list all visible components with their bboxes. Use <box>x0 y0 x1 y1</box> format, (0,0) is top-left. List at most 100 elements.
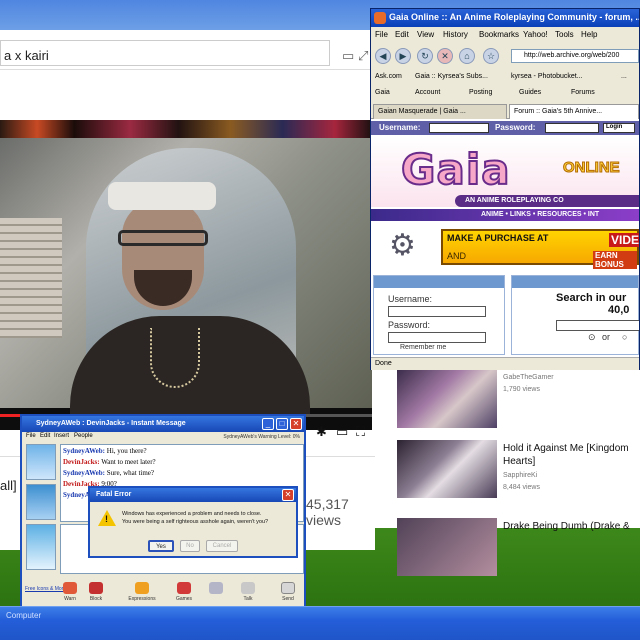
bookmark-star-icon[interactable]: ☆ <box>483 48 499 64</box>
yes-button[interactable]: Yes <box>148 540 174 552</box>
gaia-toolbar-item[interactable]: Gaia <box>375 89 390 96</box>
back-arrow-icon[interactable]: ◀ <box>375 48 391 64</box>
address-bar[interactable]: http://web.archive.org/web/200 <box>511 49 639 63</box>
password-label: Password: <box>495 123 536 132</box>
gaia-nav[interactable]: ANIME • LINKS • RESOURCES • INT <box>371 209 639 221</box>
radio-button-icon[interactable]: ⊙ <box>588 332 596 343</box>
close-icon[interactable]: ✕ <box>290 418 302 430</box>
related-item[interactable]: GabeTheGamer 1,790 views <box>397 370 637 430</box>
bookmark-item[interactable]: Gaia :: Kyrsea's Subs... <box>415 73 488 80</box>
chain-necklace <box>150 328 200 388</box>
talk-button[interactable]: Talk <box>234 582 262 602</box>
my-buddy-icon <box>26 524 56 570</box>
gaia-tagline: AN ANIME ROLEPLAYING CO <box>455 195 639 207</box>
gaia-logo[interactable]: Gaia <box>400 144 511 195</box>
panel-header <box>512 276 638 288</box>
no-button[interactable]: No <box>180 540 200 552</box>
cancel-button[interactable]: Cancel <box>206 540 238 552</box>
search-input-box[interactable] <box>0 40 330 66</box>
related-title[interactable]: Hold it Against Me [Kingdom Hearts] <box>503 442 637 468</box>
promo-earn: EARN BONUS <box>593 251 637 269</box>
minimize-icon[interactable]: _ <box>262 418 274 430</box>
fullscreen-button-icon[interactable]: ⛶ <box>356 424 365 440</box>
gaia-toolbar: Gaia Account Posting Guides Forums <box>371 87 639 101</box>
block-button[interactable]: Block <box>82 582 110 602</box>
gaia-toolbar-item[interactable]: Posting <box>469 89 492 96</box>
related-thumbnail[interactable] <box>397 440 497 498</box>
video-button[interactable] <box>202 582 230 596</box>
promo-bar[interactable]: MAKE A PURCHASE AT VIDEO AND EARN BONUS <box>441 229 639 269</box>
fullscreen-icon[interactable]: ⤢ <box>358 48 368 64</box>
navigation-toolbar: ◀ ▶ ↻ ✕ ⌂ ☆ http://web.archive.org/web/2… <box>371 43 639 69</box>
related-thumbnail[interactable] <box>397 370 497 428</box>
stop-icon[interactable]: ✕ <box>437 48 453 64</box>
bookmark-item[interactable]: kyrsea - Photobucket... <box>511 73 583 80</box>
search-input[interactable] <box>556 320 639 331</box>
block-icon <box>89 582 103 594</box>
send-button[interactable]: Send <box>274 582 302 602</box>
warn-button[interactable]: Warn <box>56 582 84 602</box>
related-thumbnail[interactable] <box>397 518 497 576</box>
promo-banner[interactable]: ⚙ MAKE A PURCHASE AT VIDEO AND EARN BONU… <box>371 223 639 269</box>
im-menu-edit[interactable]: Edit <box>40 433 50 439</box>
message-text: Want to meet later? <box>101 458 156 466</box>
menu-history[interactable]: History <box>443 30 468 39</box>
im-menu-people[interactable]: People <box>74 433 93 439</box>
games-button[interactable]: Games <box>170 582 198 602</box>
warning-icon: ! <box>98 510 116 526</box>
settings-gear-icon[interactable]: ✱ <box>316 424 327 440</box>
message-user: SydneyA <box>63 491 90 499</box>
expressions-button[interactable]: Expressions <box>128 582 156 602</box>
radio-button-icon[interactable]: ○ <box>622 332 627 342</box>
menu-edit[interactable]: Edit <box>395 30 409 39</box>
menu-help[interactable]: Help <box>581 30 597 39</box>
bookmark-item[interactable]: ... <box>621 73 627 80</box>
page-icon[interactable]: ▭ <box>342 48 354 64</box>
reload-icon[interactable]: ↻ <box>417 48 433 64</box>
tab-gaian-masquerade[interactable]: Gaian Masquerade | Gaia ... <box>373 104 507 119</box>
close-icon[interactable]: ✕ <box>282 489 294 501</box>
window-title-bar[interactable]: Gaia Online :: An Anime Roleplaying Comm… <box>371 9 639 27</box>
login-panel: Username: Password: Remember me <box>373 275 505 355</box>
panel-password-input[interactable] <box>388 332 486 343</box>
username-input[interactable] <box>429 123 489 133</box>
im-menu-file[interactable]: File <box>26 433 36 439</box>
message-user: SydneyAWeb: <box>63 447 106 455</box>
gaia-toolbar-item[interactable]: Forums <box>571 89 595 96</box>
video-player[interactable] <box>0 120 372 430</box>
error-title-bar[interactable]: Fatal Error <box>90 488 296 502</box>
glitch-strip <box>0 120 372 138</box>
menu-file[interactable]: File <box>375 30 388 39</box>
expressions-icon <box>135 582 149 594</box>
remember-me-label[interactable]: Remember me <box>400 344 446 351</box>
bookmark-item[interactable]: Ask.com <box>375 73 402 80</box>
message-text: Hi, you there? <box>106 447 147 455</box>
gaia-toolbar-item[interactable]: Account <box>415 89 440 96</box>
menu-yahoo[interactable]: Yahoo! <box>523 30 548 39</box>
login-button[interactable]: Login <box>603 123 635 133</box>
menu-view[interactable]: View <box>417 30 434 39</box>
related-item[interactable]: Drake Being Dumb (Drake & <box>397 518 637 578</box>
search-bar: a x kairi ▭ ⤢ <box>0 36 375 70</box>
im-menu-insert[interactable]: Insert <box>54 433 69 439</box>
tab-forum[interactable]: Forum :: Gaia's 5th Annive... <box>509 104 639 119</box>
theater-mode-icon[interactable]: ▭ <box>336 424 348 440</box>
related-item[interactable]: Hold it Against Me [Kingdom Hearts] Sapp… <box>397 440 637 500</box>
password-input[interactable] <box>545 123 599 133</box>
panel-username-input[interactable] <box>388 306 486 317</box>
im-title: SydneyAWeb : DevinJacks - Instant Messag… <box>36 420 186 427</box>
menu-tools[interactable]: Tools <box>555 30 574 39</box>
error-title: Fatal Error <box>96 491 132 498</box>
home-icon[interactable]: ⌂ <box>459 48 475 64</box>
menu-bookmarks[interactable]: Bookmarks <box>479 30 519 39</box>
search-input[interactable]: a x kairi <box>4 48 49 63</box>
forward-arrow-icon[interactable]: ▶ <box>395 48 411 64</box>
video-title-fragment: all] <box>0 478 17 493</box>
message-line: SydneyAWeb: Hi, you there? <box>63 447 147 455</box>
taskbar-label[interactable]: Computer <box>6 611 41 620</box>
gaia-toolbar-item[interactable]: Guides <box>519 89 541 96</box>
error-message: Windows has experienced a problem and ne… <box>122 510 268 526</box>
message-line: SydneyAWeb: Sure, what time? <box>63 469 154 477</box>
maximize-icon[interactable]: □ <box>276 418 288 430</box>
related-title[interactable]: Drake Being Dumb (Drake & <box>503 520 637 533</box>
